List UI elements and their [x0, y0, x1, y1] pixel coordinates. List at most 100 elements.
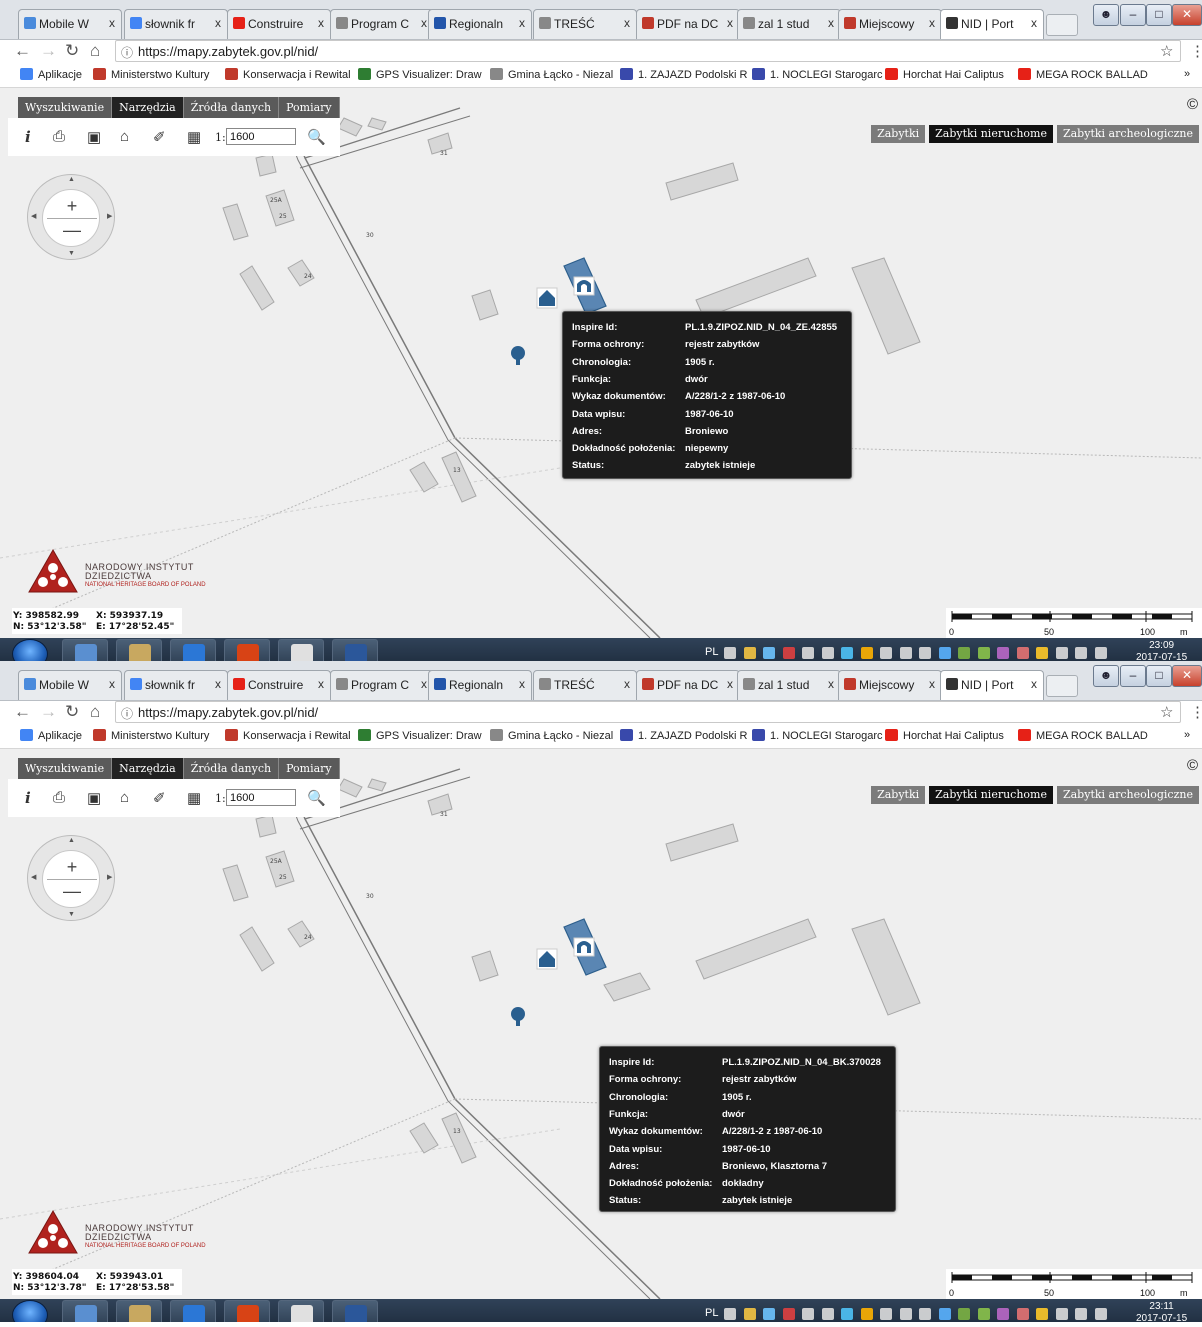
tab-close-icon[interactable]: x [828, 16, 834, 30]
bookmark-star-icon[interactable]: ☆ [1160, 703, 1173, 721]
zoom-in-button[interactable]: + [43, 196, 101, 216]
save-icon[interactable]: ▣ [87, 128, 101, 146]
language-indicator[interactable]: PL [705, 646, 718, 658]
tab-close-icon[interactable]: x [929, 16, 935, 30]
tray-icon[interactable] [743, 1308, 756, 1320]
tray-icon[interactable] [1055, 647, 1068, 659]
bookmark-item[interactable]: GPS Visualizer: Draw [358, 729, 482, 742]
app-menu-item[interactable]: Wyszukiwanie [18, 97, 113, 118]
browser-tab[interactable]: Miejscowy x [838, 670, 942, 700]
home-icon[interactable]: ⌂ [90, 41, 100, 61]
tray-icon[interactable] [782, 647, 795, 659]
tray-icon[interactable] [997, 647, 1009, 659]
tray-icon[interactable] [880, 647, 892, 659]
tray-icon[interactable] [919, 1308, 931, 1320]
bookmark-star-icon[interactable]: ☆ [1160, 42, 1173, 60]
app-menu-item[interactable]: Źródła danych [183, 758, 280, 779]
taskbar-app[interactable] [116, 1300, 162, 1322]
tray-icon[interactable] [1016, 1308, 1029, 1320]
bookmark-item[interactable]: Konserwacja i Rewital [225, 68, 351, 81]
url-bar[interactable]: ⓘ https://mapy.zabytek.gov.pl/nid/ [115, 40, 1181, 62]
print-icon[interactable]: ⎙ [53, 789, 65, 806]
tab-close-icon[interactable]: x [215, 16, 221, 30]
zoom-search-icon[interactable]: 🔍 [307, 789, 326, 807]
tray-icon[interactable] [860, 1308, 873, 1320]
system-clock[interactable]: 23:11 2017-07-15 [1136, 1301, 1187, 1322]
back-arrow-icon[interactable]: ← [14, 702, 31, 722]
browser-tab[interactable]: NID | Port x [940, 9, 1044, 39]
app-menu-item[interactable]: Pomiary [279, 758, 340, 779]
tray-icon[interactable] [763, 647, 775, 659]
draw-pencil-icon[interactable]: ✐ [153, 789, 166, 807]
tray-icon[interactable] [977, 647, 990, 659]
tab-close-icon[interactable]: x [1031, 677, 1037, 691]
info-tool-icon[interactable]: i [25, 789, 31, 807]
layer-button[interactable]: Zabytki [871, 125, 926, 143]
browser-tab[interactable]: PDF na DC x [636, 670, 740, 700]
bookmark-item[interactable]: Ministerstwo Kultury [93, 68, 209, 81]
tray-icon[interactable] [958, 1308, 970, 1320]
new-tab-button[interactable] [1046, 675, 1078, 697]
tray-icon[interactable] [821, 1308, 834, 1320]
tab-close-icon[interactable]: x [318, 16, 324, 30]
browser-tab[interactable]: zal 1 stud x [737, 9, 841, 39]
tab-close-icon[interactable]: x [318, 677, 324, 691]
layer-button[interactable]: Zabytki [871, 786, 926, 804]
new-tab-button[interactable] [1046, 14, 1078, 36]
taskbar-app[interactable] [62, 1300, 108, 1322]
feature-info-popup[interactable]: Inspire Id: PL.1.9.ZIPOZ.NID_N_04_ZE.4285… [562, 311, 852, 479]
zoom-out-button[interactable]: — [43, 881, 101, 901]
heritage-arch-marker-icon[interactable] [573, 937, 595, 957]
info-tool-icon[interactable]: i [25, 128, 31, 146]
pan-left-icon[interactable]: ◀ [31, 873, 36, 881]
tray-icon[interactable] [880, 1308, 892, 1320]
pan-down-icon[interactable]: ▼ [68, 911, 75, 918]
tab-close-icon[interactable]: x [109, 16, 115, 30]
url-bar[interactable]: ⓘ https://mapy.zabytek.gov.pl/nid/ [115, 701, 1181, 723]
tab-close-icon[interactable]: x [624, 677, 630, 691]
browser-tab[interactable]: PDF na DC x [636, 9, 740, 39]
heritage-arch-marker-icon[interactable] [573, 276, 595, 296]
tray-icon[interactable] [1075, 1308, 1087, 1320]
tab-close-icon[interactable]: x [1031, 16, 1037, 30]
tab-close-icon[interactable]: x [929, 677, 935, 691]
app-menu-item[interactable]: Pomiary [279, 97, 340, 118]
tab-close-icon[interactable]: x [519, 677, 525, 691]
browser-tab[interactable]: słownik fr x [124, 670, 228, 700]
feature-info-popup[interactable]: Inspire Id: PL.1.9.ZIPOZ.NID_N_04_BK.3700… [599, 1046, 896, 1212]
browser-tab[interactable]: Program C x [330, 9, 434, 39]
taskbar-app[interactable] [224, 639, 270, 661]
user-icon[interactable]: ☻ [1093, 665, 1119, 687]
tab-close-icon[interactable]: x [421, 677, 427, 691]
tray-icon[interactable] [1094, 647, 1107, 659]
tray-icon[interactable] [1055, 1308, 1068, 1320]
map-viewport[interactable]: 31 25A 25 30 24 13 Wyszukiwanie Narzędzia Źródła… [0, 88, 1202, 638]
taskbar-app[interactable] [278, 1300, 324, 1322]
taskbar-app[interactable] [170, 639, 216, 661]
browser-tab[interactable]: Regionaln x [428, 670, 532, 700]
browser-tab[interactable]: Mobile W x [18, 9, 122, 39]
bookmark-item[interactable]: Aplikacje [20, 68, 82, 81]
tray-icon[interactable] [977, 1308, 990, 1320]
pan-right-icon[interactable]: ▶ [107, 873, 112, 881]
app-menu-item[interactable]: Narzędzia [112, 758, 184, 779]
app-menu-item[interactable]: Wyszukiwanie [18, 758, 113, 779]
legend-icon[interactable]: ▦ [187, 789, 201, 807]
browser-tab[interactable]: Program C x [330, 670, 434, 700]
bookmark-item[interactable]: Gmina Łącko - Niezal [490, 68, 613, 81]
info-icon[interactable]: ⓘ [121, 44, 133, 61]
pan-up-icon[interactable]: ▲ [68, 837, 75, 844]
zoom-out-button[interactable]: — [43, 220, 101, 240]
taskbar-app[interactable] [278, 639, 324, 661]
tray-icon[interactable] [1094, 1308, 1107, 1320]
taskbar-app[interactable] [116, 639, 162, 661]
home-view-icon[interactable]: ⌂ [120, 128, 129, 145]
tray-icon[interactable] [763, 1308, 775, 1320]
tab-close-icon[interactable]: x [727, 677, 733, 691]
tab-close-icon[interactable]: x [109, 677, 115, 691]
language-indicator[interactable]: PL [705, 1307, 718, 1319]
tray-icon[interactable] [724, 1308, 736, 1320]
app-menu-item[interactable]: Źródła danych [183, 97, 280, 118]
layer-button[interactable]: Zabytki nieruchome [929, 125, 1053, 143]
bookmark-item[interactable]: MEGA ROCK BALLAD [1018, 68, 1148, 81]
